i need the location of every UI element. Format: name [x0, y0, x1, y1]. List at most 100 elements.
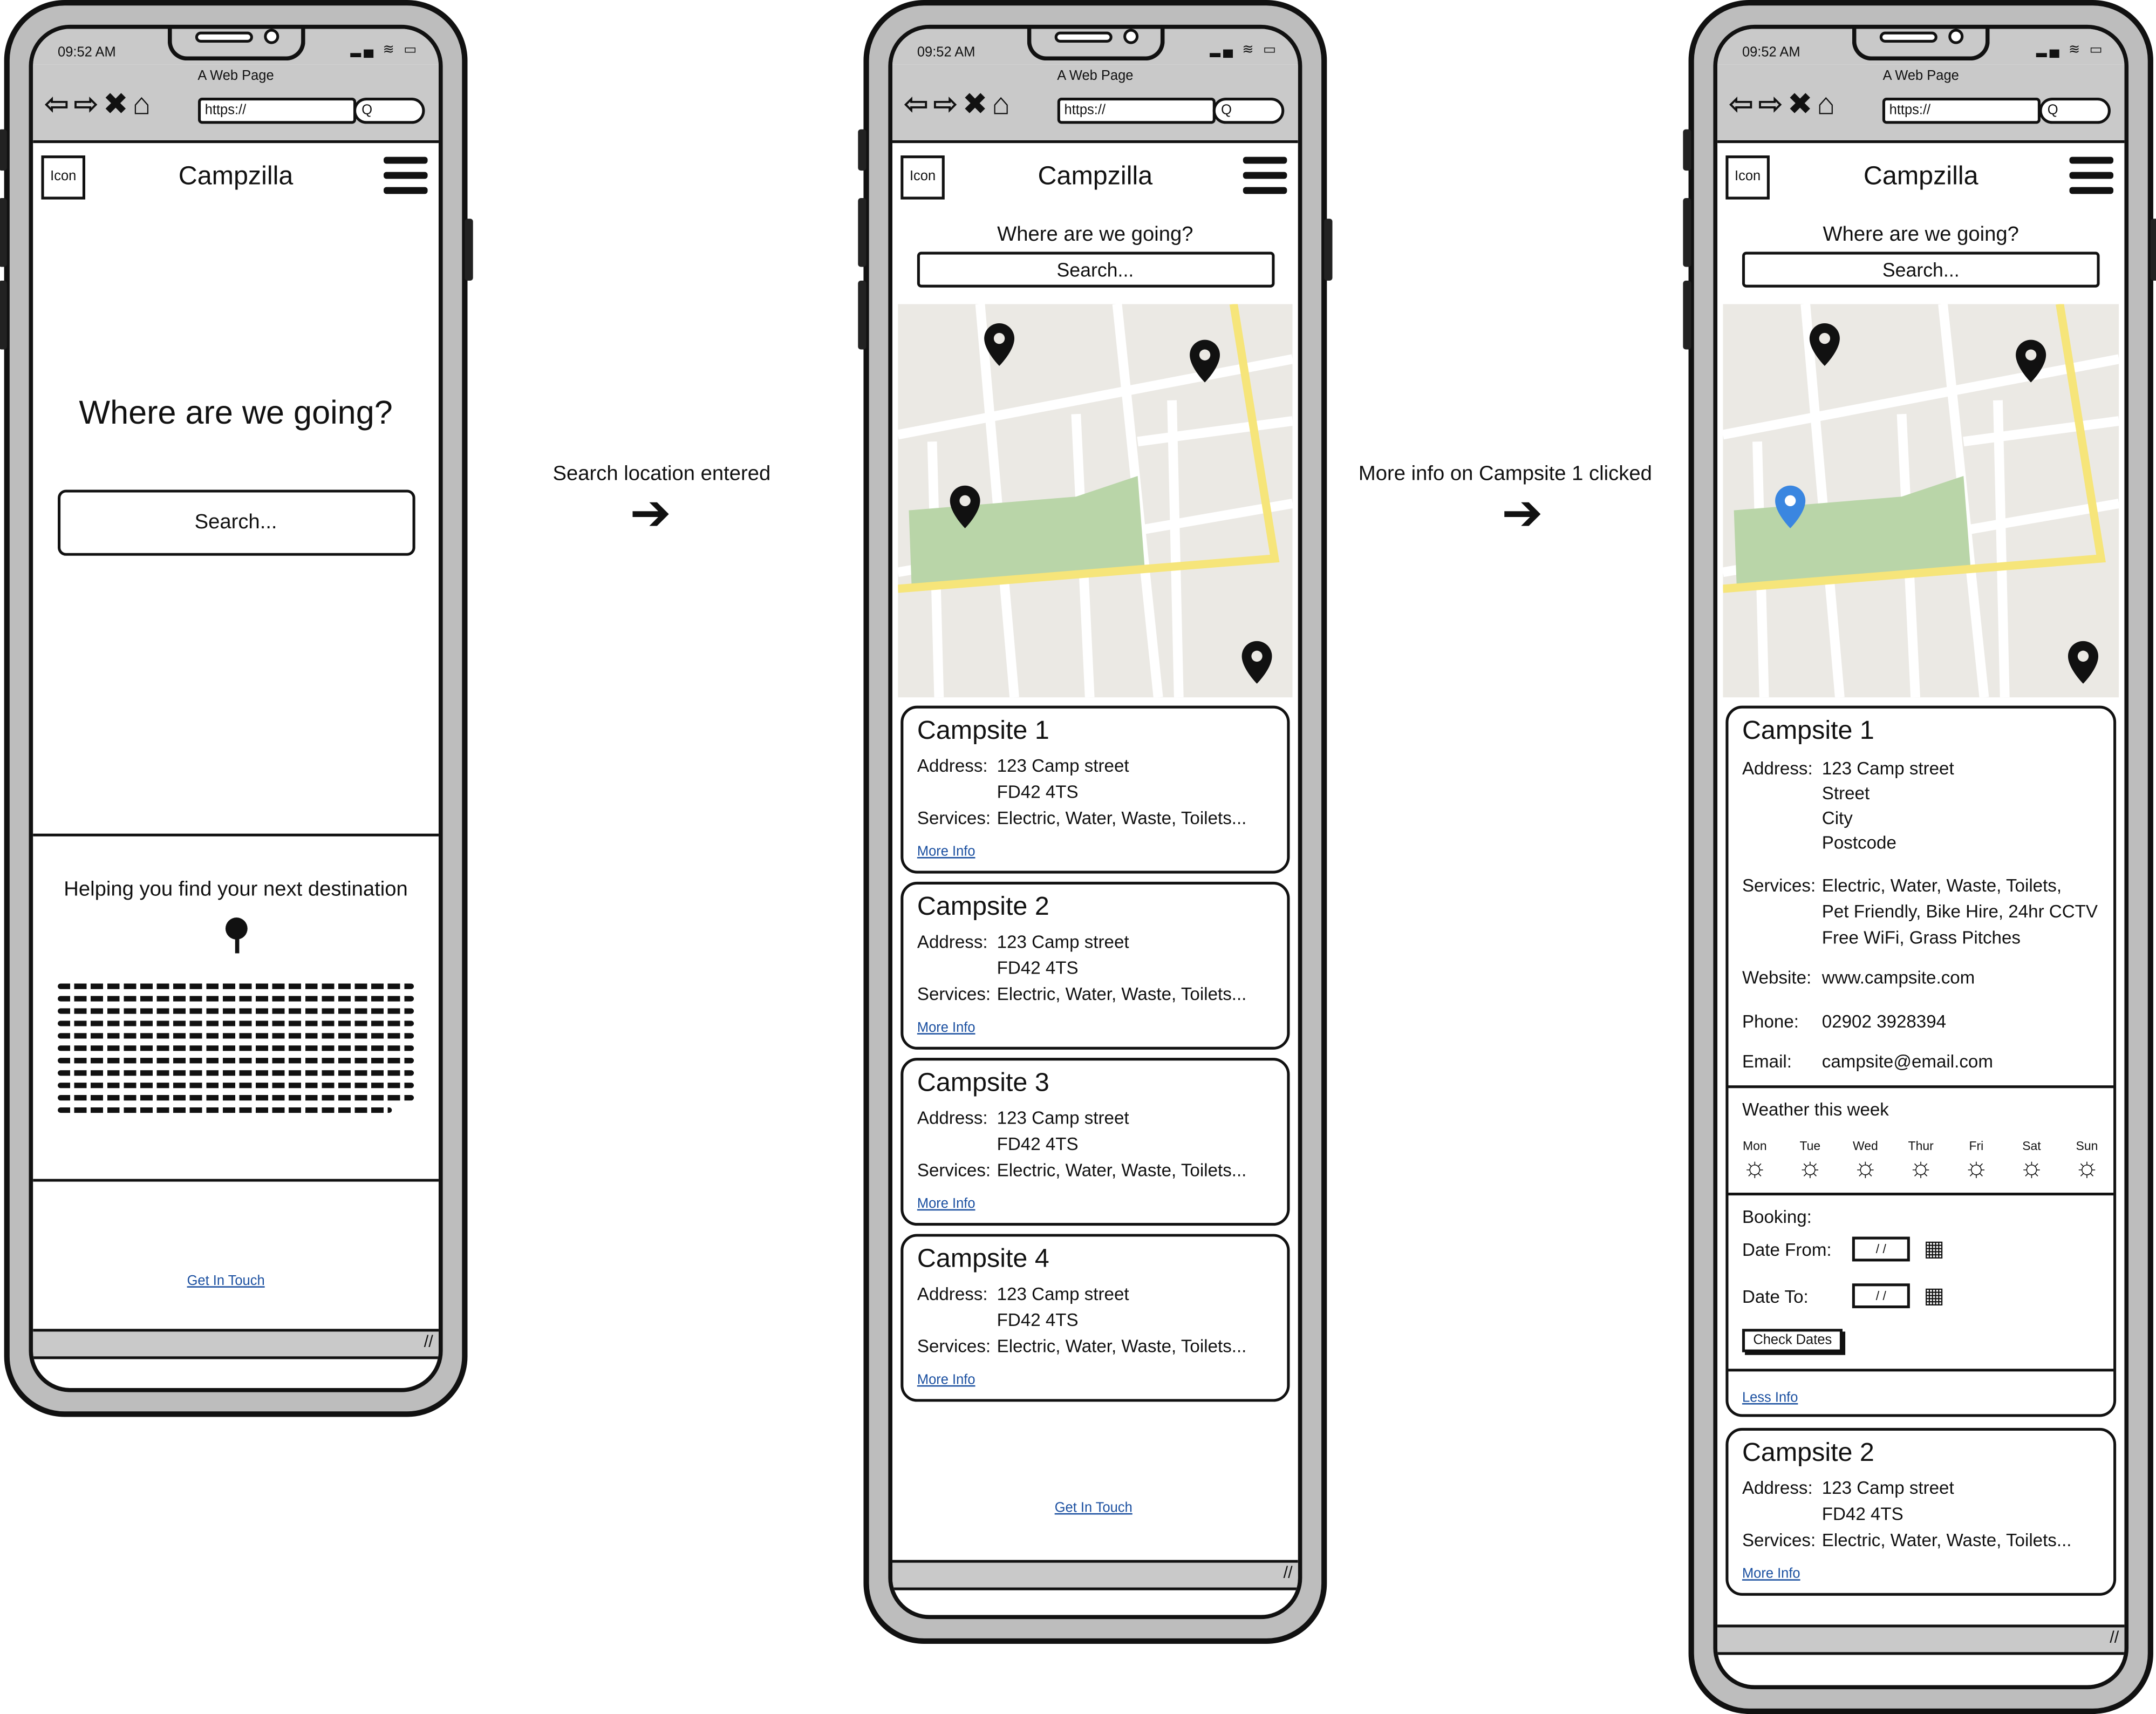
- browser-search-input[interactable]: Q: [353, 97, 425, 124]
- get-in-touch-link[interactable]: Get In Touch: [1055, 1501, 1132, 1516]
- browser-nav-icons[interactable]: ⇦⇨✖⌂: [903, 87, 1014, 123]
- address-postcode: FD42 4TS: [1821, 1504, 1903, 1525]
- back-icon[interactable]: ⇦: [903, 87, 933, 121]
- page-content: Icon Campzilla Where are we going? Searc…: [892, 143, 1298, 1516]
- browser-search-input[interactable]: Q: [1212, 97, 1285, 124]
- address-label: Address:: [917, 1283, 988, 1304]
- address-line: Postcode: [1821, 832, 1896, 853]
- date-from-input[interactable]: / /: [1852, 1236, 1910, 1262]
- website-label: Website:: [1742, 967, 1812, 988]
- date-to-label: Date To:: [1742, 1286, 1809, 1307]
- calendar-icon[interactable]: ▦: [1923, 1235, 1945, 1263]
- map[interactable]: [898, 304, 1293, 698]
- more-info-link[interactable]: More Info: [917, 845, 1273, 860]
- hamburger-menu-icon[interactable]: [384, 157, 428, 198]
- url-input[interactable]: https://: [1057, 97, 1216, 124]
- search-icon: Q: [361, 103, 373, 119]
- side-button: [0, 198, 7, 267]
- sun-icon: ☼: [1908, 1153, 1934, 1184]
- speaker: [1054, 31, 1112, 43]
- close-icon[interactable]: ✖: [1787, 87, 1817, 121]
- address-label: Address:: [917, 1107, 988, 1128]
- services-value: Electric, Water, Waste, Toilets...: [997, 983, 1247, 1004]
- app-header: Icon Campzilla: [892, 143, 1298, 212]
- camera: [1948, 29, 1964, 44]
- home-icon[interactable]: ⌂: [1817, 87, 1839, 121]
- url-input[interactable]: https://: [1882, 97, 2041, 124]
- address-label: Address:: [1742, 1477, 1813, 1498]
- home-icon[interactable]: ⌂: [132, 87, 155, 121]
- browser-nav-icons[interactable]: ⇦⇨✖⌂: [1728, 87, 1839, 123]
- services-label: Services:: [917, 1159, 991, 1181]
- browser-page-title: A Web Page: [1057, 69, 1134, 84]
- side-button: [1683, 198, 1691, 267]
- hero-search-input[interactable]: Search...: [57, 489, 415, 556]
- url-input[interactable]: https://: [197, 97, 357, 124]
- services-value: Electric, Water, Waste, Toilets...: [1821, 1529, 2072, 1550]
- search-input[interactable]: Search...: [916, 251, 1274, 288]
- services-label: Services:: [917, 1336, 991, 1357]
- browser-search-input[interactable]: Q: [2039, 97, 2111, 124]
- back-icon[interactable]: ⇦: [44, 87, 74, 121]
- close-icon[interactable]: ✖: [103, 87, 133, 121]
- forward-icon[interactable]: ⇨: [933, 87, 963, 121]
- phone-label: Phone:: [1742, 1011, 1799, 1032]
- browser-nav-icons[interactable]: ⇦⇨✖⌂: [44, 87, 155, 123]
- address-label: Address:: [1742, 758, 1813, 779]
- more-info-link[interactable]: More Info: [917, 1021, 1273, 1036]
- status-bar: 09:52 AM ▂▄ ≋ ▭: [33, 29, 439, 65]
- arrow-right-icon: ➔: [1501, 484, 1543, 541]
- divider: [33, 833, 439, 836]
- calendar-icon[interactable]: ▦: [1923, 1282, 1945, 1310]
- campsite-title: Campsite 2: [917, 893, 1049, 922]
- forward-icon[interactable]: ⇨: [73, 87, 103, 121]
- resize-handle-icon[interactable]: //: [1284, 1563, 1293, 1582]
- weather-day-label: Thur: [1908, 1139, 1934, 1153]
- weather-day-label: Tue: [1799, 1139, 1821, 1153]
- screen: 09:52 AM ▂▄ ≋ ▭ A Web Page ⇦⇨✖⌂ https://…: [1713, 24, 2129, 1690]
- signal-wifi-battery-icon: ▂▄ ≋ ▭: [2036, 43, 2105, 58]
- phone-detail: 09:52 AM ▂▄ ≋ ▭ A Web Page ⇦⇨✖⌂ https://…: [1683, 0, 2156, 1714]
- brand-title: Campzilla: [1863, 162, 1978, 192]
- phone-value[interactable]: 02902 3928394: [1822, 1008, 1946, 1034]
- get-in-touch-link[interactable]: Get In Touch: [187, 1274, 265, 1289]
- booking-label: Booking:: [1742, 1206, 1812, 1227]
- subhead: Where are we going?: [1823, 222, 2019, 247]
- status-time: 09:52 AM: [1742, 45, 1800, 61]
- address-line: Street: [1821, 783, 1870, 804]
- more-info-link[interactable]: More Info: [1742, 1567, 2100, 1582]
- subhead: Where are we going?: [997, 222, 1193, 247]
- forward-icon[interactable]: ⇨: [1758, 87, 1787, 121]
- address-postcode: FD42 4TS: [997, 957, 1079, 978]
- more-info-link[interactable]: More Info: [917, 1373, 1273, 1388]
- side-button: [2150, 219, 2156, 281]
- date-to-input[interactable]: / /: [1852, 1283, 1910, 1309]
- more-info-link[interactable]: More Info: [917, 1197, 1273, 1212]
- app-header: Icon Campzilla: [33, 143, 439, 212]
- search-input[interactable]: Search...: [1742, 251, 2100, 288]
- back-icon[interactable]: ⇦: [1728, 87, 1758, 121]
- transition-label: More info on Campsite 1 clicked: [1358, 462, 1652, 486]
- sun-icon: ☼: [1963, 1153, 1989, 1184]
- close-icon[interactable]: ✖: [963, 87, 992, 121]
- speaker: [1879, 31, 1937, 43]
- less-info-link[interactable]: Less Info: [1742, 1391, 2100, 1406]
- resize-handle-icon[interactable]: //: [424, 1331, 433, 1351]
- address-line: 123 Camp street: [997, 755, 1129, 776]
- website-link[interactable]: www.campsite.com: [1822, 964, 1975, 990]
- placeholder-paragraph: [58, 983, 414, 1113]
- email-value[interactable]: campsite@email.com: [1822, 1048, 1993, 1074]
- booking-section: Booking: Date From: / / ▦ Date To: / / ▦…: [1728, 1192, 2114, 1369]
- sun-icon: ☼: [2074, 1153, 2100, 1184]
- services-line: Free WiFi, Grass Pitches: [1821, 927, 2021, 948]
- hamburger-menu-icon[interactable]: [1243, 157, 1287, 198]
- hamburger-menu-icon[interactable]: [2069, 157, 2114, 198]
- resize-handle-icon[interactable]: //: [2110, 1627, 2119, 1647]
- camera: [1122, 29, 1138, 44]
- map[interactable]: [1723, 304, 2119, 698]
- side-button: [1683, 129, 1691, 171]
- services-line: Pet Friendly, Bike Hire, 24hr CCTV: [1821, 901, 2098, 922]
- weather-day: Tue ☼: [1797, 1139, 1823, 1185]
- check-dates-button[interactable]: Check Dates: [1742, 1329, 1843, 1352]
- home-icon[interactable]: ⌂: [992, 87, 1014, 121]
